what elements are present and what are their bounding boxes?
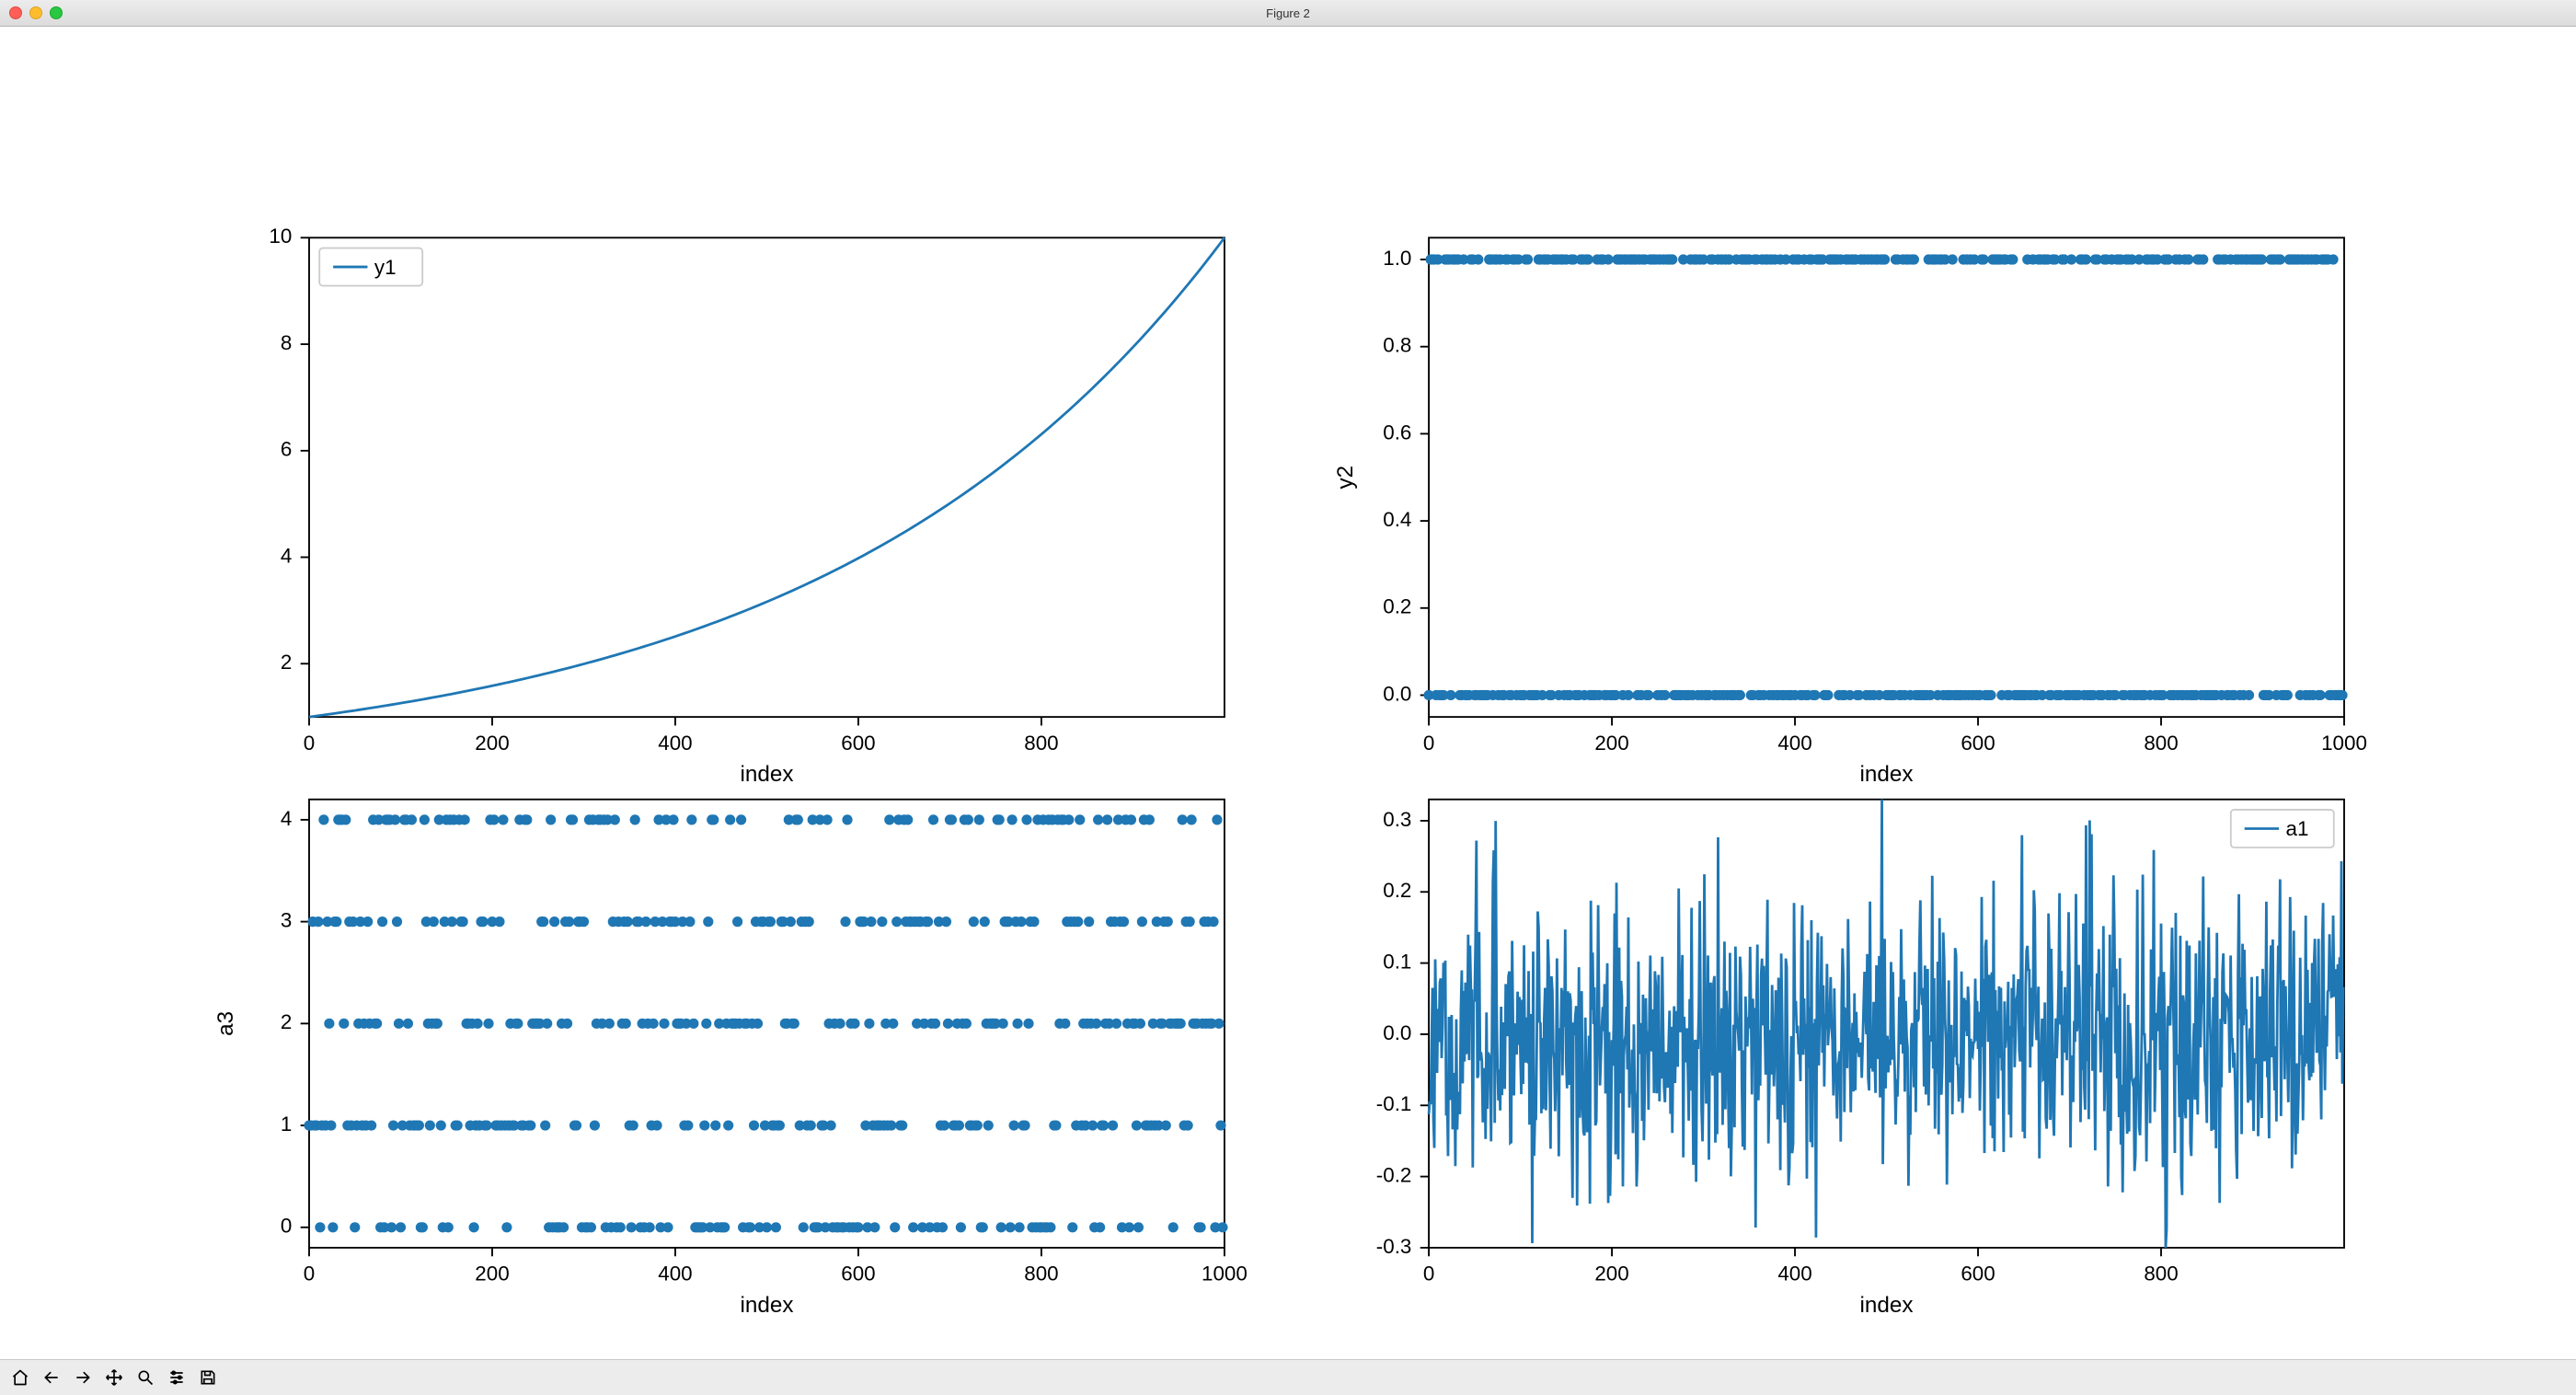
svg-text:0.2: 0.2 <box>1383 595 1411 618</box>
svg-text:600: 600 <box>841 1262 875 1285</box>
svg-text:y2: y2 <box>1333 466 1358 490</box>
svg-text:2: 2 <box>281 1010 292 1033</box>
svg-text:1000: 1000 <box>1202 1262 1248 1285</box>
svg-text:800: 800 <box>2144 1262 2178 1285</box>
svg-text:600: 600 <box>841 732 875 755</box>
svg-text:y1: y1 <box>374 256 397 279</box>
svg-text:200: 200 <box>1594 732 1628 755</box>
zoom-button[interactable] <box>131 1364 160 1391</box>
zoom-icon[interactable] <box>50 6 63 19</box>
svg-text:200: 200 <box>1594 1262 1628 1285</box>
svg-text:800: 800 <box>1024 732 1058 755</box>
svg-text:4: 4 <box>281 807 292 830</box>
svg-text:8: 8 <box>281 331 292 354</box>
svg-text:0.1: 0.1 <box>1383 951 1411 974</box>
svg-text:0.0: 0.0 <box>1383 1021 1411 1044</box>
matplotlib-toolbar <box>0 1359 2576 1395</box>
svg-text:index: index <box>1860 1293 1914 1318</box>
svg-text:a1: a1 <box>2286 817 2309 840</box>
svg-text:10: 10 <box>269 225 292 248</box>
svg-text:-0.3: -0.3 <box>1376 1235 1412 1258</box>
arrow-left-icon <box>42 1368 61 1387</box>
svg-text:0: 0 <box>304 1262 315 1285</box>
configure-subplots-button[interactable] <box>162 1364 191 1391</box>
pan-button[interactable] <box>99 1364 129 1391</box>
svg-text:4: 4 <box>281 544 292 567</box>
save-icon <box>199 1368 217 1387</box>
svg-text:index: index <box>740 762 793 787</box>
svg-text:1: 1 <box>281 1113 292 1136</box>
home-icon <box>11 1368 29 1387</box>
svg-text:0.2: 0.2 <box>1383 879 1411 902</box>
svg-text:400: 400 <box>658 732 692 755</box>
svg-text:0.4: 0.4 <box>1383 508 1411 531</box>
svg-text:0: 0 <box>304 732 315 755</box>
home-button[interactable] <box>6 1364 35 1391</box>
svg-text:0: 0 <box>281 1215 292 1238</box>
svg-text:400: 400 <box>1777 1262 1811 1285</box>
window-title: Figure 2 <box>0 6 2576 20</box>
figure-canvas: 0200400600800246810indexy102004006008001… <box>0 27 2576 1359</box>
svg-text:0.0: 0.0 <box>1383 682 1411 705</box>
svg-text:0.8: 0.8 <box>1383 334 1411 357</box>
move-icon <box>105 1368 123 1387</box>
svg-text:3: 3 <box>281 909 292 932</box>
svg-text:a3: a3 <box>213 1011 238 1036</box>
svg-text:800: 800 <box>1024 1262 1058 1285</box>
sliders-icon <box>167 1368 186 1387</box>
svg-text:-0.1: -0.1 <box>1376 1092 1412 1115</box>
svg-text:400: 400 <box>658 1262 692 1285</box>
svg-text:800: 800 <box>2144 732 2178 755</box>
back-button[interactable] <box>37 1364 66 1391</box>
svg-text:0.3: 0.3 <box>1383 808 1411 831</box>
close-icon[interactable] <box>9 6 22 19</box>
svg-text:600: 600 <box>1961 732 1995 755</box>
save-button[interactable] <box>193 1364 223 1391</box>
svg-text:0.6: 0.6 <box>1383 421 1411 444</box>
svg-text:200: 200 <box>475 1262 509 1285</box>
svg-text:6: 6 <box>281 438 292 461</box>
app-window: Figure 2 0200400600800246810indexy102004… <box>0 0 2576 1395</box>
svg-text:2: 2 <box>281 651 292 674</box>
svg-text:1000: 1000 <box>2321 732 2367 755</box>
minimize-icon[interactable] <box>29 6 42 19</box>
forward-button[interactable] <box>68 1364 98 1391</box>
svg-text:400: 400 <box>1777 732 1811 755</box>
svg-text:0: 0 <box>1423 1262 1434 1285</box>
svg-text:200: 200 <box>475 732 509 755</box>
window-controls <box>9 6 63 19</box>
svg-text:index: index <box>1860 762 1914 787</box>
svg-text:-0.2: -0.2 <box>1376 1164 1412 1187</box>
svg-text:index: index <box>740 1293 793 1318</box>
magnifier-icon <box>136 1368 155 1387</box>
svg-text:600: 600 <box>1961 1262 1995 1285</box>
arrow-right-icon <box>74 1368 92 1387</box>
svg-text:1.0: 1.0 <box>1383 247 1411 270</box>
titlebar: Figure 2 <box>0 0 2576 27</box>
svg-text:0: 0 <box>1423 732 1434 755</box>
